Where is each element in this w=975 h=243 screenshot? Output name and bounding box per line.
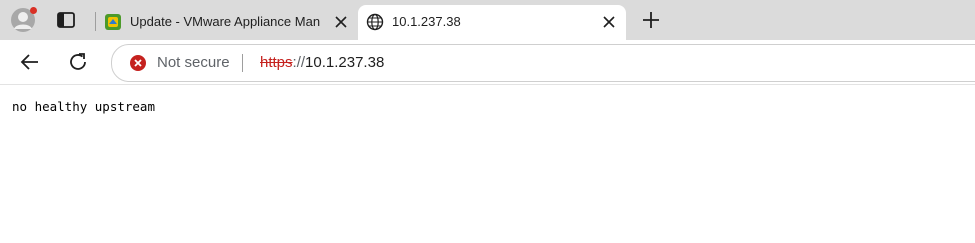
url-scheme: https [260, 54, 293, 71]
tab-current-page[interactable]: 10.1.237.38 [358, 5, 626, 40]
tab-title: 10.1.237.38 [392, 14, 461, 29]
tab-strip: Update - VMware Appliance Man 10.1.237.3… [0, 0, 975, 40]
url-host: 10.1.237.38 [305, 54, 385, 71]
globe-icon [366, 13, 384, 31]
browser-toolbar: Not secure https://10.1.237.38 [0, 40, 975, 85]
url-separator: :// [292, 54, 306, 71]
error-message: no healthy upstream [12, 99, 155, 114]
url-text[interactable]: https://10.1.237.38 [260, 54, 384, 72]
vmware-appliance-icon [104, 13, 122, 31]
tab-actions-icon[interactable] [54, 8, 78, 32]
back-arrow-icon[interactable] [18, 50, 42, 74]
close-icon[interactable] [334, 15, 348, 29]
page-content: no healthy upstream [0, 85, 975, 243]
address-divider [242, 54, 243, 72]
tab-title: Update - VMware Appliance Man [130, 14, 321, 29]
reload-icon[interactable] [66, 50, 90, 74]
tab-vmware-update[interactable]: Update - VMware Appliance Man [96, 5, 358, 40]
address-bar[interactable]: Not secure https://10.1.237.38 [111, 44, 975, 82]
close-icon[interactable] [602, 15, 616, 29]
new-tab-plus-icon[interactable] [640, 9, 662, 31]
profile-notification-dot [30, 7, 37, 14]
not-secure-label: Not secure [157, 54, 230, 71]
not-secure-warning-icon [130, 55, 146, 71]
